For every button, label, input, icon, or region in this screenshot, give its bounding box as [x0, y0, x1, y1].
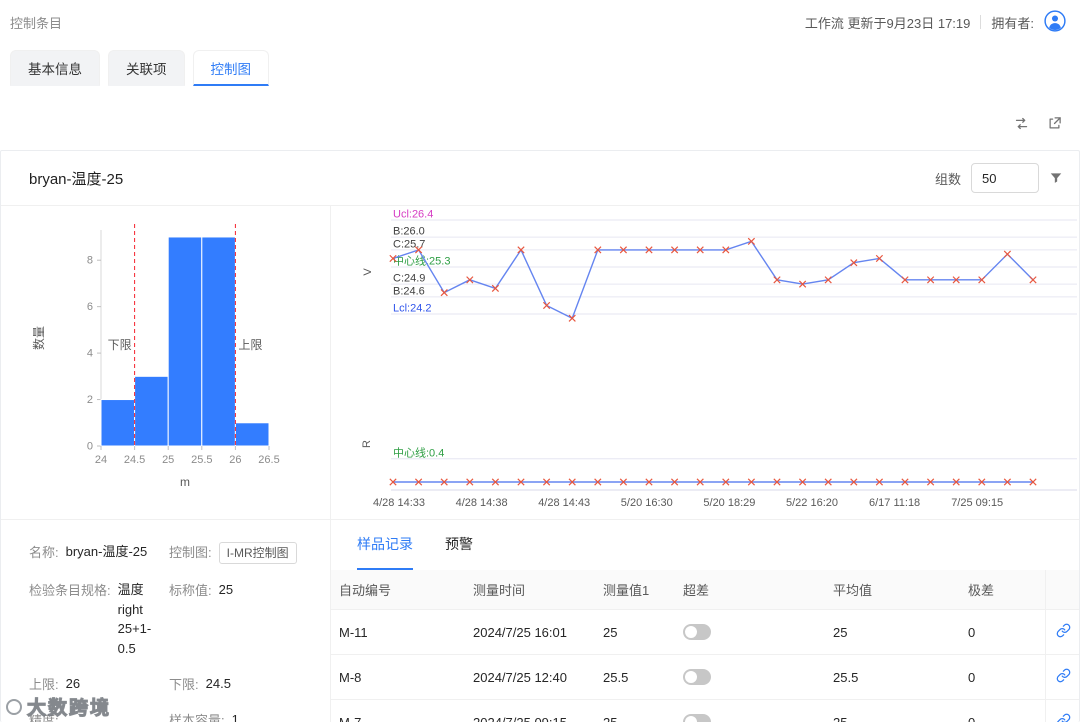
records-panel: 样品记录 预警 自动编号 测量时间 测量值1 超差 平均值 极差 M-11 20… [331, 520, 1079, 722]
svg-text:数量: 数量 [31, 326, 46, 350]
group-count-label: 组数 [934, 171, 961, 187]
detail-sample-size: 样本容量: 1 [169, 711, 239, 722]
column-header-value1: 测量值1 [595, 570, 675, 610]
table-row: M-11 2024/7/25 16:01 25 25 0 [331, 609, 1079, 655]
detail-spec: 检验条目规格: 温度 right 25+1- 0.5 [29, 582, 152, 656]
workflow-status: 工作流 更新于9月23日 17:19 [804, 15, 971, 31]
out-of-tolerance-toggle[interactable] [683, 714, 711, 722]
svg-text:5/20 16:30: 5/20 16:30 [621, 497, 673, 509]
tab-control-chart[interactable]: 控制图 [192, 50, 269, 86]
tab-warnings[interactable]: 预警 [445, 534, 473, 570]
link-icon[interactable] [1056, 623, 1071, 638]
svg-text:Lcl:24.2: Lcl:24.2 [393, 303, 432, 315]
detail-name: 名称: bryan-温度-25 [29, 544, 148, 560]
svg-text:下限: 下限 [108, 338, 132, 352]
detail-lower-limit: 下限: 24.5 [169, 676, 231, 692]
link-icon[interactable] [1056, 668, 1071, 683]
svg-text:m: m [180, 475, 190, 489]
toggle-knob [685, 626, 697, 639]
svg-text:25.5: 25.5 [191, 454, 212, 466]
control-chart-panel: Ucl:26.4 B:26.0 C:25.7 中心线:25.3 C:24.9 B:24.6… [331, 206, 1079, 519]
page: 控制条目 工作流 更新于9月23日 17:19 拥有者: 基本信息 关联项 控制… [0, 0, 1080, 722]
svg-text:6: 6 [87, 301, 93, 313]
svg-text:B:26.0: B:26.0 [393, 226, 425, 238]
detail-chart-type: 控制图: I-MR控制图 [169, 542, 320, 564]
toolbar [1014, 116, 1062, 131]
column-header-out-of-tolerance: 超差 [675, 570, 825, 610]
svg-text:8: 8 [87, 255, 93, 267]
svg-text:C:24.9: C:24.9 [393, 273, 425, 285]
chart-type-tag: I-MR控制图 [218, 542, 297, 564]
table-header-row: 自动编号 测量时间 测量值1 超差 平均值 极差 [331, 570, 1079, 610]
svg-text:26.5: 26.5 [258, 454, 279, 466]
table-row: M-7 2024/7/25 09:15 25 25 0 [331, 699, 1079, 722]
svg-text:4/28 14:38: 4/28 14:38 [456, 497, 508, 509]
svg-text:R: R [361, 440, 373, 448]
svg-text:4: 4 [87, 348, 93, 360]
charts-row: 0 2 4 6 8 24 24.5 25 25.5 26 26.5 下限 上限 m 数量 Ucl:26.4 B… [1, 206, 1079, 520]
details-grid: 名称: bryan-温度-25 控制图: I-MR控制图 检验条目规格: 温度 … [29, 542, 320, 722]
column-header-link [1044, 570, 1079, 610]
card-header-right: 组数 [935, 163, 1063, 193]
tab-sample-records[interactable]: 样品记录 [357, 534, 413, 570]
svg-text:6/17 11:18: 6/17 11:18 [869, 497, 920, 509]
sample-records-table: 自动编号 测量时间 测量值1 超差 平均值 极差 M-11 2024/7/25 [331, 570, 1079, 722]
header-right: 工作流 更新于9月23日 17:19 拥有者: [804, 9, 1066, 35]
tab-basic-info[interactable]: 基本信息 [10, 50, 100, 86]
svg-text:中心线:0.4: 中心线:0.4 [393, 445, 444, 459]
svg-text:4/28 14:33: 4/28 14:33 [373, 497, 425, 509]
card-header: bryan-温度-25 组数 [1, 151, 1079, 206]
sync-icon[interactable] [1014, 116, 1029, 131]
table-row: M-8 2024/7/25 12:40 25.5 25.5 0 [331, 654, 1079, 700]
control-chart-card: bryan-温度-25 组数 024682424.52525.52626.5下限… [0, 150, 1080, 722]
svg-text:26: 26 [229, 454, 241, 466]
column-header-time: 测量时间 [465, 570, 595, 610]
records-tabs: 样品记录 预警 [331, 520, 1079, 570]
svg-text:7/25 09:15: 7/25 09:15 [951, 497, 1003, 509]
svg-text:0: 0 [87, 441, 93, 453]
svg-text:V: V [362, 268, 374, 276]
group-count-input[interactable] [971, 163, 1039, 193]
out-of-tolerance-toggle[interactable] [683, 669, 711, 686]
toggle-knob [685, 716, 697, 722]
link-icon[interactable] [1056, 713, 1071, 722]
open-external-icon[interactable] [1047, 116, 1062, 131]
column-header-range: 极差 [960, 570, 1045, 610]
tab-related-items[interactable]: 关联项 [108, 50, 185, 86]
svg-text:24.5: 24.5 [124, 454, 145, 466]
svg-text:5/22 16:20: 5/22 16:20 [786, 497, 838, 509]
control-chart: Ucl:26.4B:26.0C:25.7中心线:25.3C:24.9B:24.6… [361, 209, 1077, 509]
detail-upper-limit: 上限: 26 [29, 676, 81, 692]
page-title: 控制条目 [10, 15, 63, 31]
details-panel: 名称: bryan-温度-25 控制图: I-MR控制图 检验条目规格: 温度 … [1, 520, 331, 722]
bottom-row: 名称: bryan-温度-25 控制图: I-MR控制图 检验条目规格: 温度 … [1, 520, 1079, 722]
out-of-tolerance-toggle[interactable] [683, 624, 711, 641]
toggle-knob [685, 671, 697, 684]
column-header-auto-id: 自动编号 [331, 570, 465, 610]
svg-text:5/20 18:29: 5/20 18:29 [703, 497, 755, 509]
owner-label: 拥有者: [991, 15, 1034, 31]
column-header-average: 平均值 [825, 570, 960, 610]
detail-nominal-value: 标称值: 25 [169, 582, 234, 598]
nav-tabs: 基本信息 关联项 控制图 [10, 50, 269, 86]
svg-text:4/28 14:43: 4/28 14:43 [538, 497, 590, 509]
detail-precision: 精度: [29, 712, 59, 722]
svg-text:24: 24 [95, 454, 107, 466]
page-header: 控制条目 工作流 更新于9月23日 17:19 拥有者: [0, 0, 1080, 44]
header-divider [980, 15, 982, 29]
chart-card-title: bryan-温度-25 [29, 170, 124, 188]
svg-text:上限: 上限 [238, 338, 262, 352]
histogram-chart: 0246824 24.5 25 25.5 26 26.5下限 上限m数量 [31, 224, 280, 489]
filter-icon[interactable] [1049, 171, 1063, 185]
svg-text:2: 2 [87, 394, 93, 406]
user-avatar-icon [1044, 9, 1066, 32]
svg-text:Ucl:26.4: Ucl:26.4 [393, 209, 433, 221]
owner-avatar[interactable] [1044, 9, 1066, 35]
svg-text:25: 25 [162, 454, 174, 466]
svg-text:B:24.6: B:24.6 [393, 285, 425, 297]
histogram-panel: 0 2 4 6 8 24 24.5 25 25.5 26 26.5 下限 上限 m 数量 [1, 206, 331, 519]
